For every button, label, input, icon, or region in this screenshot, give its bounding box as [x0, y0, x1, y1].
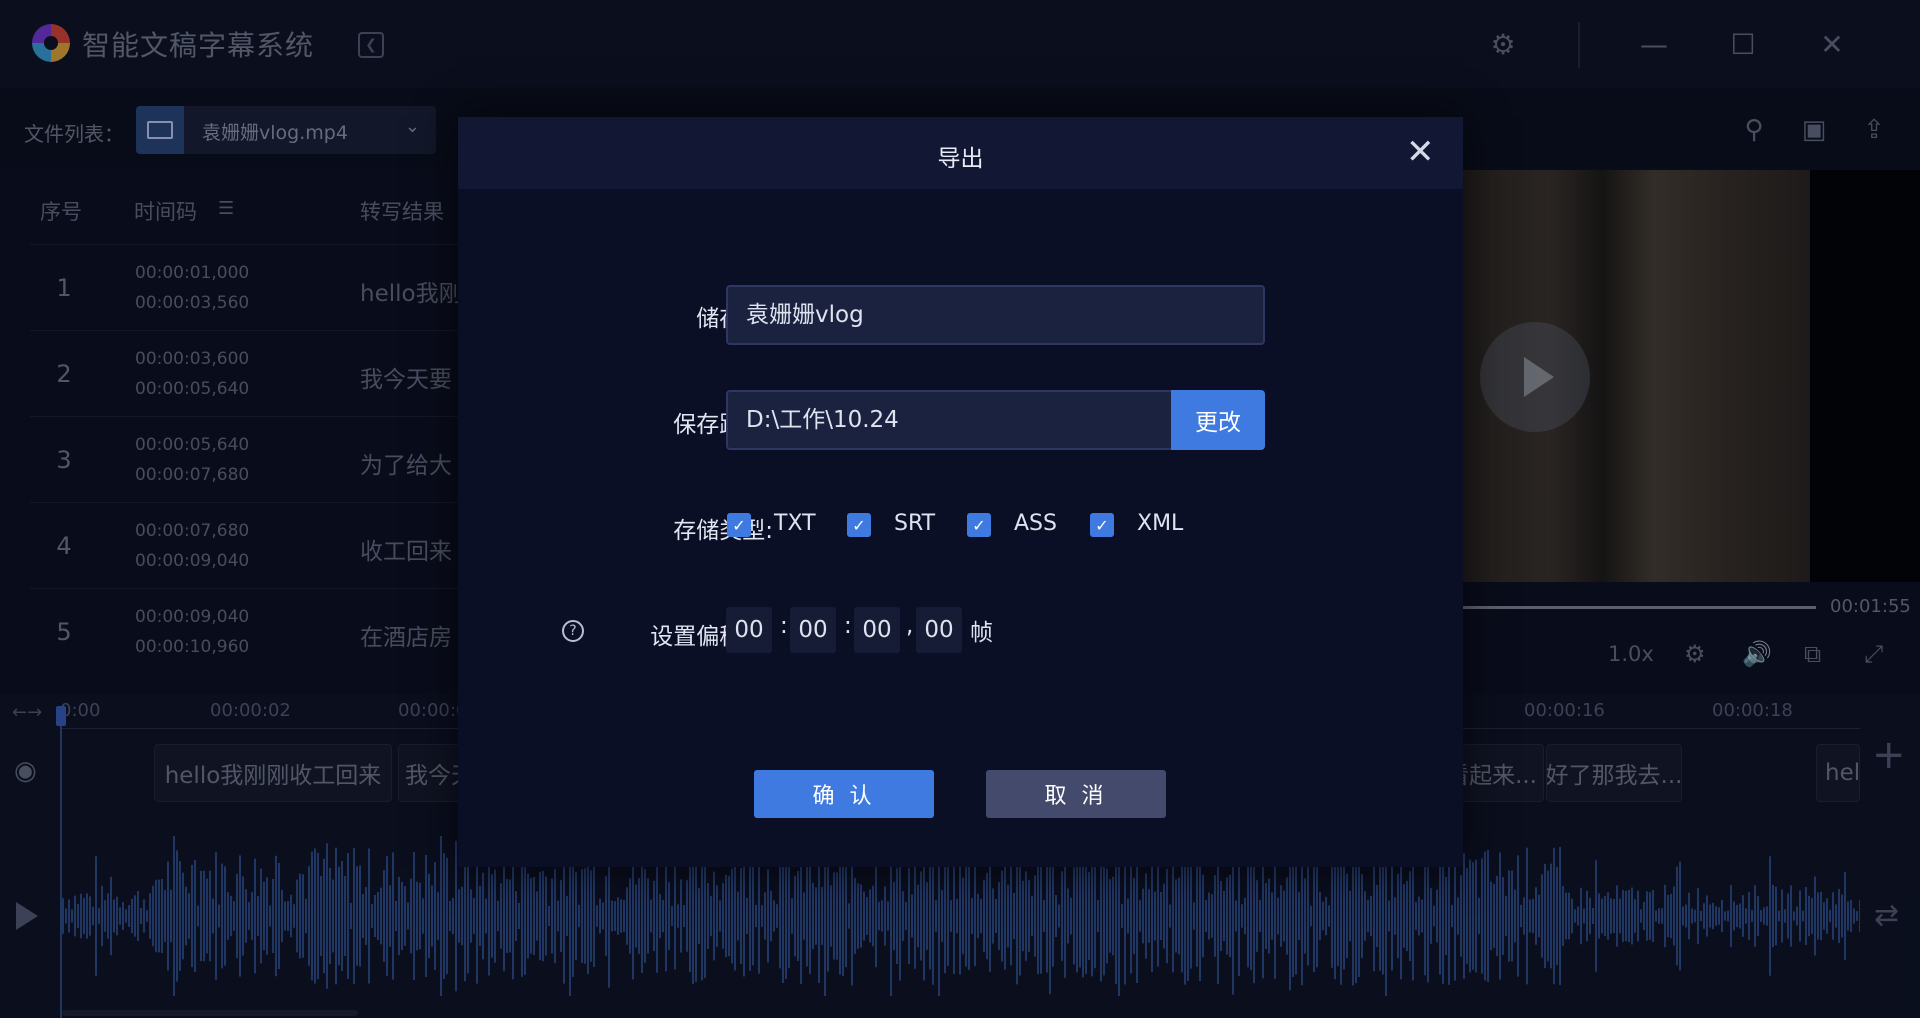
close-icon[interactable]: ✕: [1406, 135, 1435, 169]
offset-unit: 帧: [970, 620, 993, 646]
offset-separator: ,: [906, 613, 914, 639]
offset-frames-input[interactable]: 00: [916, 607, 962, 653]
export-dialog: 导出 ✕ 储存为: 袁姗姗vlog 保存路径: D:\工作\10.24 更改 存…: [458, 117, 1463, 867]
dialog-title: 导出: [937, 146, 984, 172]
srt-checkbox[interactable]: ✓: [847, 513, 871, 537]
offset-separator: :: [844, 613, 852, 639]
txt-label: TXT: [774, 511, 816, 536]
ass-label: ASS: [1014, 511, 1057, 536]
offset-minutes-input[interactable]: 00: [790, 607, 836, 653]
xml-checkbox[interactable]: ✓: [1090, 513, 1114, 537]
offset-hours-input[interactable]: 00: [726, 607, 772, 653]
change-path-button[interactable]: 更改: [1171, 390, 1265, 450]
save-as-input[interactable]: 袁姗姗vlog: [726, 285, 1265, 345]
confirm-button[interactable]: 确 认: [754, 770, 934, 818]
ass-checkbox[interactable]: ✓: [967, 513, 991, 537]
xml-label: XML: [1137, 511, 1184, 536]
save-path-input[interactable]: D:\工作\10.24: [726, 390, 1173, 450]
help-icon[interactable]: ?: [562, 620, 584, 642]
cancel-button[interactable]: 取 消: [986, 770, 1166, 818]
srt-label: SRT: [894, 511, 936, 536]
offset-seconds-input[interactable]: 00: [854, 607, 900, 653]
offset-separator: :: [780, 613, 788, 639]
txt-checkbox[interactable]: ✓: [727, 513, 751, 537]
